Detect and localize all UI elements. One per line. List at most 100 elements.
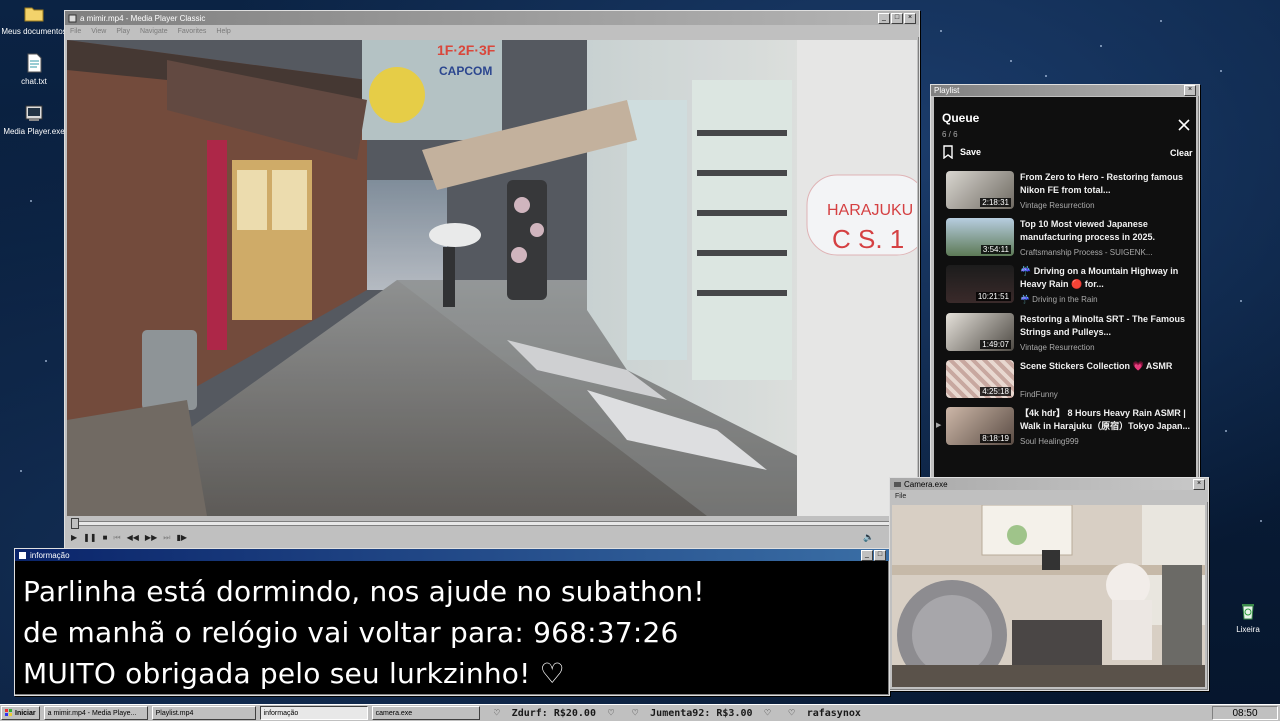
info-minimize-button[interactable]: _	[861, 549, 873, 561]
video-title: From Zero to Hero - Restoring famous Nik…	[1020, 172, 1184, 195]
clear-button[interactable]: Clear	[1170, 148, 1193, 158]
media-player-app-icon	[68, 14, 77, 22]
menu-navigate[interactable]: Navigate	[140, 28, 168, 35]
info-window-title: informação	[30, 550, 70, 560]
queue-item[interactable]: 4:25:18 Scene Stickers Collection 💗 ASMR…	[946, 360, 1194, 404]
camera-close-button[interactable]: ×	[1193, 478, 1205, 490]
info-window: informação _ □ Parlinha está dormindo, n…	[14, 548, 890, 696]
skip-back-icon[interactable]: ⏮	[113, 533, 120, 543]
video-title: Restoring a Minolta SRT - The Famous Str…	[1020, 314, 1186, 337]
task-label: informação	[263, 709, 299, 717]
rewind-icon[interactable]: ◀◀	[127, 533, 139, 543]
info-message: Parlinha está dormindo, nos ajude no sub…	[23, 571, 705, 694]
text-file-icon	[27, 53, 42, 73]
camera-window: Camera.exe × File	[889, 477, 1209, 691]
info-line-1: Parlinha está dormindo, nos ajude no sub…	[23, 575, 705, 608]
video-channel: ☔ Driving in the Rain	[1020, 295, 1098, 304]
menu-favorites[interactable]: Favorites	[178, 28, 207, 35]
video-duration: 10:21:51	[975, 292, 1011, 301]
camera-menu-file[interactable]: File	[895, 493, 906, 500]
desktop-icon-documents[interactable]: Meus documentos	[0, 2, 68, 36]
task-playlist[interactable]: Playlist.mp4	[151, 706, 256, 720]
video-title: ☔ Driving on a Mountain Highway in Heavy…	[1020, 266, 1179, 289]
donation-ticker: ♡ Zdurf: R$20.00 ♡ ♡ Jumenta92: R$3.00 ♡…	[493, 707, 861, 719]
pause-icon[interactable]: ❚❚	[83, 533, 96, 543]
info-maximize-button[interactable]: □	[874, 549, 886, 561]
info-titlebar[interactable]: informação _ □	[15, 549, 889, 561]
camera-feed	[892, 505, 1205, 687]
video-title: Scene Stickers Collection 💗 ASMR	[1020, 361, 1173, 371]
queue-item-current[interactable]: ▶ 8:18:19 【4k hdr】 8 Hours Heavy Rain AS…	[936, 407, 1194, 451]
desktop-icon-chat[interactable]: chat.txt	[0, 52, 68, 86]
start-button[interactable]: Iniciar	[1, 706, 40, 720]
windows-logo-icon	[5, 709, 12, 716]
camera-window-title: Camera.exe	[904, 479, 948, 489]
playlist-titlebar[interactable]: Playlist ×	[931, 85, 1199, 96]
task-label: Playlist.mp4	[155, 709, 194, 717]
playlist-window-title: Playlist	[934, 86, 960, 95]
desktop-icon-label: chat.txt	[21, 77, 47, 86]
task-info[interactable]: informação	[259, 706, 368, 720]
task-camera[interactable]: camera.exe	[371, 706, 480, 720]
info-line-2: de manhã o relógio vai voltar para: 968:…	[23, 612, 705, 653]
media-player-titlebar[interactable]: a mimir.mp4 - Media Player Classic _ □ ×	[65, 11, 919, 25]
menu-play[interactable]: Play	[116, 28, 130, 35]
video-frame[interactable]: 1F·2F·3F CAPCOM HARAJUKU C S. 1	[67, 40, 917, 516]
video-duration: 3:54:11	[980, 245, 1011, 254]
close-button[interactable]: ×	[904, 12, 916, 24]
video-thumbnail: 8:18:19	[946, 407, 1014, 445]
video-title: 【4k hdr】 8 Hours Heavy Rain ASMR | Walk …	[1020, 408, 1191, 431]
playlist-close-button[interactable]: ×	[1184, 85, 1196, 96]
queue-item[interactable]: 1:49:07 Restoring a Minolta SRT - The Fa…	[946, 313, 1194, 357]
info-line-2-text: de manhã o relógio vai voltar para:	[23, 616, 525, 649]
queue-heading: Queue	[942, 111, 980, 125]
media-player-title: a mimir.mp4 - Media Player Classic	[80, 13, 206, 23]
task-label: camera.exe	[375, 709, 413, 717]
task-media-player[interactable]: a mimir.mp4 - Media Playe...	[43, 706, 148, 720]
video-thumbnail: 4:25:18	[946, 360, 1014, 398]
camera-menubar: File	[890, 490, 1208, 502]
video-channel: Craftsmanship Process - SUIGENK...	[1020, 248, 1153, 257]
video-thumbnail: 3:54:11	[946, 218, 1014, 256]
menu-help[interactable]: Help	[216, 28, 230, 35]
info-app-icon	[19, 551, 26, 559]
queue-item[interactable]: 10:21:51 ☔ Driving on a Mountain Highway…	[946, 265, 1194, 309]
minimize-button[interactable]: _	[878, 12, 890, 24]
close-icon[interactable]	[1178, 119, 1190, 131]
start-label: Iniciar	[15, 709, 36, 717]
video-channel: Soul Healing999	[1020, 437, 1079, 446]
video-scene: 1F·2F·3F CAPCOM HARAJUKU C S. 1	[67, 40, 917, 516]
maximize-button[interactable]: □	[891, 12, 903, 24]
seek-thumb[interactable]	[71, 518, 79, 529]
save-button[interactable]: Save	[942, 145, 981, 159]
camera-app-icon	[894, 481, 901, 487]
video-duration: 1:49:07	[980, 340, 1011, 349]
save-label: Save	[960, 147, 982, 157]
video-channel: Vintage Resurrection	[1020, 343, 1095, 352]
video-thumbnail: 2:18:31	[946, 171, 1014, 209]
video-thumbnail: 1:49:07	[946, 313, 1014, 351]
system-clock[interactable]: 08:50	[1212, 706, 1278, 720]
video-thumbnail: 10:21:51	[946, 265, 1014, 303]
menu-view[interactable]: View	[91, 28, 106, 35]
menu-file[interactable]: File	[70, 28, 81, 35]
queue-item[interactable]: 2:18:31 From Zero to Hero - Restoring fa…	[946, 171, 1194, 215]
frame-step-icon[interactable]: ▮▶	[176, 533, 187, 543]
play-icon[interactable]: ▶	[71, 533, 77, 543]
volume-icon[interactable]: 🔈	[863, 532, 874, 543]
desktop-icon-label: Lixeira	[1236, 625, 1260, 634]
queue-item[interactable]: 3:54:11 Top 10 Most viewed Japanese manu…	[946, 218, 1194, 262]
desktop-icon-label: Meus documentos	[1, 27, 67, 36]
recycle-bin-icon	[1242, 604, 1254, 620]
skip-forward-icon[interactable]: ⏭	[163, 533, 170, 543]
desktop-icon-recycle-bin[interactable]: Lixeira	[1214, 600, 1280, 634]
desktop-icon-media-player[interactable]: Media Player.exe	[0, 102, 68, 136]
camera-titlebar[interactable]: Camera.exe ×	[890, 478, 1208, 490]
fast-forward-icon[interactable]: ▶▶	[145, 533, 157, 543]
video-duration: 2:18:31	[980, 198, 1011, 207]
seek-bar[interactable]	[73, 521, 913, 526]
task-label: a mimir.mp4 - Media Playe...	[47, 709, 137, 717]
folder-icon	[24, 7, 44, 22]
queue-panel: Queue 6 / 6 Save Clear 2:18:31 From Zero…	[934, 97, 1196, 477]
stop-icon[interactable]: ■	[103, 533, 108, 543]
